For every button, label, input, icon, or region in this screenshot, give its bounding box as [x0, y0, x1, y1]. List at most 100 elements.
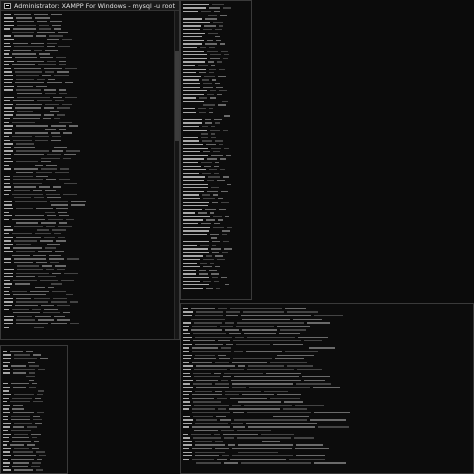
output-line: [183, 451, 471, 454]
output-line: [3, 447, 65, 450]
output-line: [183, 68, 249, 71]
output-line: [183, 418, 471, 421]
output-line: [183, 375, 471, 378]
output-line: [4, 301, 173, 304]
output-line: [183, 247, 249, 250]
console-window-bottom-left[interactable]: [0, 345, 68, 474]
output-line: [4, 293, 173, 296]
output-line: [183, 57, 249, 60]
output-line: [183, 89, 249, 92]
output-line: [183, 17, 249, 20]
output-line: [183, 273, 249, 276]
output-line: [4, 200, 173, 203]
output-line: [3, 422, 65, 425]
output-line: [4, 229, 173, 232]
output-line: [183, 339, 471, 342]
output-line: [4, 49, 173, 52]
output-line: [183, 233, 249, 236]
output-line: [183, 219, 249, 222]
output-line: [4, 272, 173, 275]
output-line: [4, 164, 173, 167]
output-line: [183, 429, 471, 432]
output-line: [183, 436, 471, 439]
output-line: [183, 287, 249, 290]
output-line: [183, 208, 249, 211]
output-line: [4, 146, 173, 149]
output-line: [3, 361, 65, 364]
output-line: [4, 211, 173, 214]
output-line: [3, 461, 65, 464]
output-line: [4, 261, 173, 264]
output-line: [4, 318, 173, 321]
output-line: [183, 336, 471, 339]
output-line: [3, 400, 65, 403]
output-line: [3, 436, 65, 439]
output-line: [4, 171, 173, 174]
output-line: [183, 265, 249, 268]
output-line: [183, 186, 249, 189]
output-line: [183, 10, 249, 13]
output-line: [183, 408, 471, 411]
output-line: [183, 379, 471, 382]
output-line: [4, 27, 173, 30]
output-line: [183, 382, 471, 385]
output-line: [183, 201, 249, 204]
output-line: [4, 250, 173, 253]
output-line: [183, 140, 249, 143]
output-line: [3, 368, 65, 371]
output-line: [3, 375, 65, 378]
window-titlebar[interactable]: Administrator: XAMPP For Windows - mysql…: [1, 1, 179, 11]
output-line: [4, 153, 173, 156]
output-line: [183, 447, 471, 450]
output-line: [183, 347, 471, 350]
output-line: [4, 110, 173, 113]
output-line: [183, 3, 249, 6]
output-line: [4, 297, 173, 300]
output-line: [4, 53, 173, 56]
output-line: [183, 280, 249, 283]
output-line: [183, 204, 249, 207]
console-window-main[interactable]: Administrator: XAMPP For Windows - mysql…: [0, 0, 180, 340]
output-line: [183, 386, 471, 389]
output-line: [183, 226, 249, 229]
output-line: [183, 35, 249, 38]
output-line: [183, 14, 249, 17]
console-window-middle[interactable]: [180, 0, 252, 300]
output-line: [183, 100, 249, 103]
output-line: [183, 176, 249, 179]
output-line: [183, 150, 249, 153]
output-line: [4, 150, 173, 153]
output-line: [3, 454, 65, 457]
output-line: [183, 161, 249, 164]
output-line: [3, 397, 65, 400]
output-line: [4, 279, 173, 282]
output-line: [3, 458, 65, 461]
output-line: [4, 35, 173, 38]
output-line: [183, 104, 249, 107]
console-output: [1, 13, 173, 329]
output-line: [3, 372, 65, 375]
output-line: [183, 183, 249, 186]
output-line: [183, 71, 249, 74]
command-prompt-icon: [4, 2, 11, 9]
output-line: [183, 311, 471, 314]
output-line: [4, 239, 173, 242]
output-line: [183, 96, 249, 99]
output-line: [3, 364, 65, 367]
output-line: [183, 426, 471, 429]
output-line: [183, 462, 471, 465]
output-line: [183, 404, 471, 407]
output-line: [3, 425, 65, 428]
output-line: [4, 24, 173, 27]
scrollbar-main[interactable]: [174, 11, 179, 339]
console-window-bottom-right[interactable]: [180, 303, 474, 474]
output-line: [183, 165, 249, 168]
output-line: [3, 440, 65, 443]
output-line: [4, 20, 173, 23]
output-line: [183, 321, 471, 324]
output-line: [4, 265, 173, 268]
output-line: [4, 38, 173, 41]
output-line: [4, 290, 173, 293]
output-line: [183, 46, 249, 49]
output-line: [183, 197, 249, 200]
